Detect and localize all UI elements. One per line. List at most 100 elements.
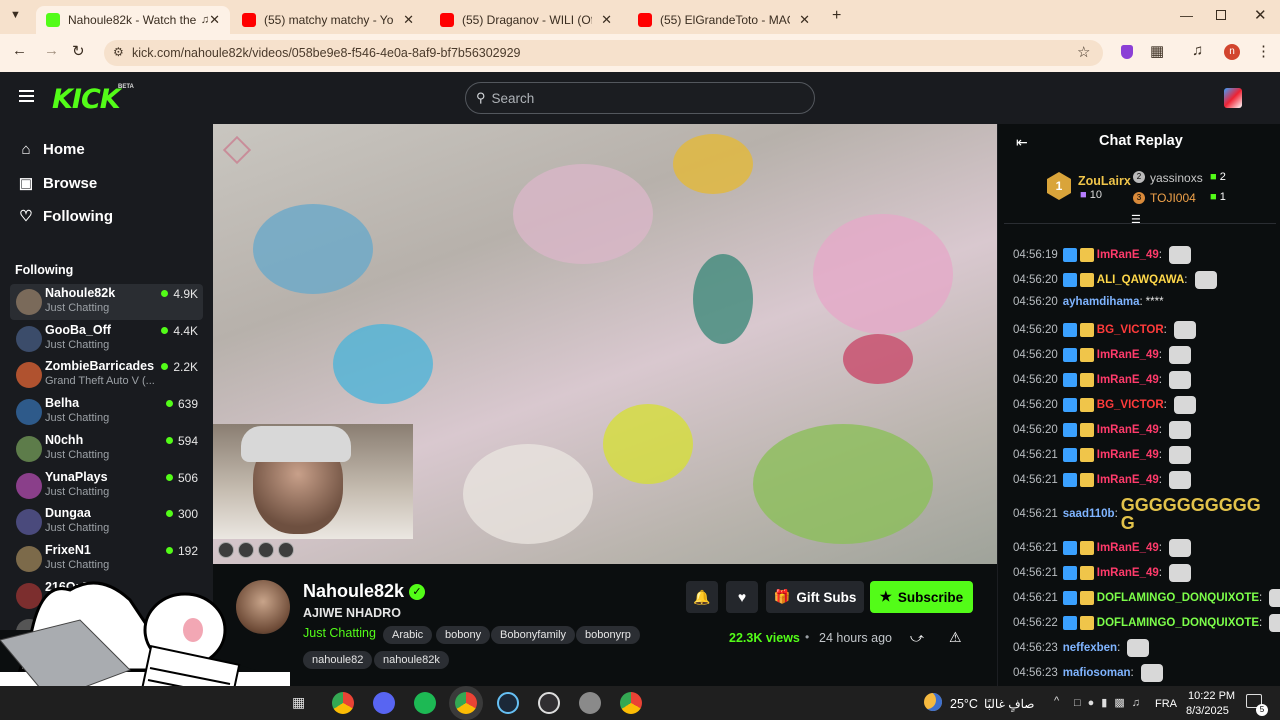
live-dot-icon: [161, 290, 169, 297]
chat-username[interactable]: ayhamdihama: [1063, 296, 1140, 308]
following-channel[interactable]: YunaPlays Just Chatting 506: [10, 468, 203, 504]
chat-username[interactable]: BG_VICTOR: [1097, 324, 1164, 336]
chat-text: GGGGGGGGGGG: [1120, 495, 1261, 533]
user-avatar[interactable]: [1224, 88, 1242, 108]
tab-3[interactable]: (55) ElGrandeToto - MAGHRIBI ✕: [628, 6, 820, 34]
tray-icons[interactable]: □●▮▩♫: [1074, 696, 1147, 709]
reload-icon[interactable]: ↻: [72, 42, 85, 60]
follow-heart-button[interactable]: ♥: [726, 581, 758, 613]
following-channel[interactable]: Belha Just Chatting 639: [10, 394, 203, 430]
extension-shield-icon[interactable]: [1121, 45, 1133, 59]
following-channel[interactable]: N0chh Just Chatting 594: [10, 431, 203, 467]
close-tab-icon[interactable]: ✕: [209, 12, 220, 28]
chrome-active-icon[interactable]: [455, 692, 477, 714]
chat-username[interactable]: saad110b: [1063, 508, 1115, 520]
kick-logo[interactable]: KICK: [52, 84, 121, 115]
chat-username[interactable]: DOFLAMINGO_DONQUIXOTE: [1097, 617, 1259, 629]
address-bar[interactable]: ⚙ kick.com/nahoule82k/videos/058be9e8-f5…: [104, 40, 1103, 66]
channel-category: Just Chatting: [45, 302, 110, 314]
search-input[interactable]: ⚲ Search: [465, 82, 815, 114]
viewer-count-value: 4.4K: [173, 323, 198, 338]
app-icon[interactable]: [579, 692, 601, 714]
tag-chip[interactable]: nahoule82: [303, 651, 373, 669]
new-tab-button[interactable]: +: [832, 7, 841, 25]
tag-chip[interactable]: bobony: [436, 626, 491, 644]
channel-name[interactable]: Nahoule82k: [303, 581, 404, 602]
clock-time[interactable]: 10:22 PM: [1188, 690, 1235, 702]
chat-username[interactable]: mafiosoman: [1063, 667, 1131, 679]
share-icon[interactable]: ⤻: [910, 630, 924, 646]
media-controls-icon[interactable]: ♫: [1192, 42, 1203, 59]
menu-kebab-icon[interactable]: ⋮: [1256, 42, 1271, 60]
tag-chip[interactable]: Bobonyfamily: [491, 626, 576, 644]
top-gifter-3-name[interactable]: TOJI004: [1150, 191, 1196, 205]
gift-subs-button[interactable]: 🎁 Gift Subs: [766, 581, 864, 613]
extensions-puzzle-icon[interactable]: ▦: [1150, 42, 1164, 60]
following-channel[interactable]: ZombieBarricades Grand Theft Auto V (... 2…: [10, 357, 203, 393]
nav-home[interactable]: ⌂ Home: [16, 141, 84, 158]
close-window-icon[interactable]: ✕: [1254, 6, 1267, 24]
following-channel[interactable]: Dungaa Just Chatting 300: [10, 504, 203, 540]
speaker-icon[interactable]: ♫: [201, 14, 209, 26]
chrome-profile-icon[interactable]: [620, 692, 642, 714]
close-tab-icon[interactable]: ✕: [403, 12, 414, 28]
tab-0[interactable]: Nahoule82k - Watch the VOD ♫✕: [36, 6, 230, 34]
top-gifter-3-count: ■ 1: [1210, 191, 1226, 203]
tab-1[interactable]: (55) matchy matchy - YouTube ✕: [232, 6, 424, 34]
subscribe-button[interactable]: ★ Subscribe: [870, 581, 973, 613]
chat-username[interactable]: DOFLAMINGO_DONQUIXOTE: [1097, 592, 1259, 604]
chat-username[interactable]: neffexben: [1063, 642, 1117, 654]
language-indicator[interactable]: FRA: [1155, 698, 1177, 710]
spotify-icon[interactable]: [414, 692, 436, 714]
chat-username[interactable]: ImRanE_49: [1097, 567, 1159, 579]
close-tab-icon[interactable]: ✕: [601, 12, 612, 28]
back-icon[interactable]: ←: [12, 42, 27, 59]
clock-date[interactable]: 8/3/2025: [1186, 705, 1229, 717]
chat-username[interactable]: ImRanE_49: [1097, 474, 1159, 486]
profile-avatar[interactable]: n: [1224, 44, 1240, 60]
tab-2[interactable]: (55) Draganov - WILI (Official M ✕: [430, 6, 622, 34]
bookmark-star-icon[interactable]: ☆: [1077, 43, 1090, 61]
chat-username[interactable]: BG_VICTOR: [1097, 399, 1164, 411]
top-gifter-2-name[interactable]: yassinoxs: [1150, 171, 1203, 185]
forward-icon[interactable]: →: [44, 42, 59, 59]
weather-temp[interactable]: 25°C: [950, 697, 978, 711]
tag-chip[interactable]: nahoule82k: [374, 651, 449, 669]
close-tab-icon[interactable]: ✕: [799, 12, 810, 28]
expand-gifters-icon[interactable]: ☰: [1131, 213, 1141, 226]
chat-username[interactable]: ImRanE_49: [1097, 349, 1159, 361]
task-view-icon[interactable]: ▦: [292, 694, 305, 711]
discord-icon[interactable]: [373, 692, 395, 714]
following-channel[interactable]: Nahoule82k Just Chatting 4.9K: [10, 284, 203, 320]
minimize-icon[interactable]: —: [1180, 8, 1193, 23]
tab-title: (55) ElGrandeToto - MAGHRIBI: [660, 13, 790, 27]
report-icon[interactable]: ⚠: [949, 629, 962, 646]
tag-chip[interactable]: bobonyrp: [576, 626, 640, 644]
obs-icon[interactable]: [538, 692, 560, 714]
chat-timestamp: 04:56:20: [1013, 424, 1058, 436]
chat-colon: :: [1158, 542, 1162, 554]
viewer-count: 300: [165, 507, 198, 521]
steam-icon[interactable]: [497, 692, 519, 714]
chat-username[interactable]: ImRanE_49: [1097, 374, 1159, 386]
notification-bell-button[interactable]: 🔔: [686, 581, 718, 613]
tag-chip[interactable]: Arabic: [383, 626, 433, 644]
category-link[interactable]: Just Chatting: [303, 626, 376, 640]
chat-username[interactable]: ImRanE_49: [1097, 424, 1159, 436]
chat-timestamp: 04:56:21: [1013, 542, 1058, 554]
collapse-chat-icon[interactable]: ⇤: [1016, 134, 1028, 151]
chat-username[interactable]: ImRanE_49: [1097, 249, 1159, 261]
maximize-icon[interactable]: [1216, 10, 1226, 20]
chrome-icon[interactable]: [332, 692, 354, 714]
hamburger-menu-icon[interactable]: [19, 90, 34, 102]
chat-username[interactable]: ImRanE_49: [1097, 542, 1159, 554]
tray-chevron-icon[interactable]: ^: [1054, 695, 1059, 707]
following-channel[interactable]: GooBa_Off Just Chatting 4.4K: [10, 321, 203, 357]
chat-username[interactable]: ALI_QAWQAWA: [1097, 274, 1185, 286]
site-info-icon[interactable]: ⚙: [113, 45, 124, 59]
tab-list-button[interactable]: ▼: [10, 9, 21, 21]
chat-username[interactable]: ImRanE_49: [1097, 449, 1159, 461]
top-gifter-1-name[interactable]: ZouLairx: [1078, 174, 1131, 188]
nav-following[interactable]: ♡ Following: [16, 207, 113, 226]
nav-browse[interactable]: ▣ Browse: [16, 174, 97, 193]
